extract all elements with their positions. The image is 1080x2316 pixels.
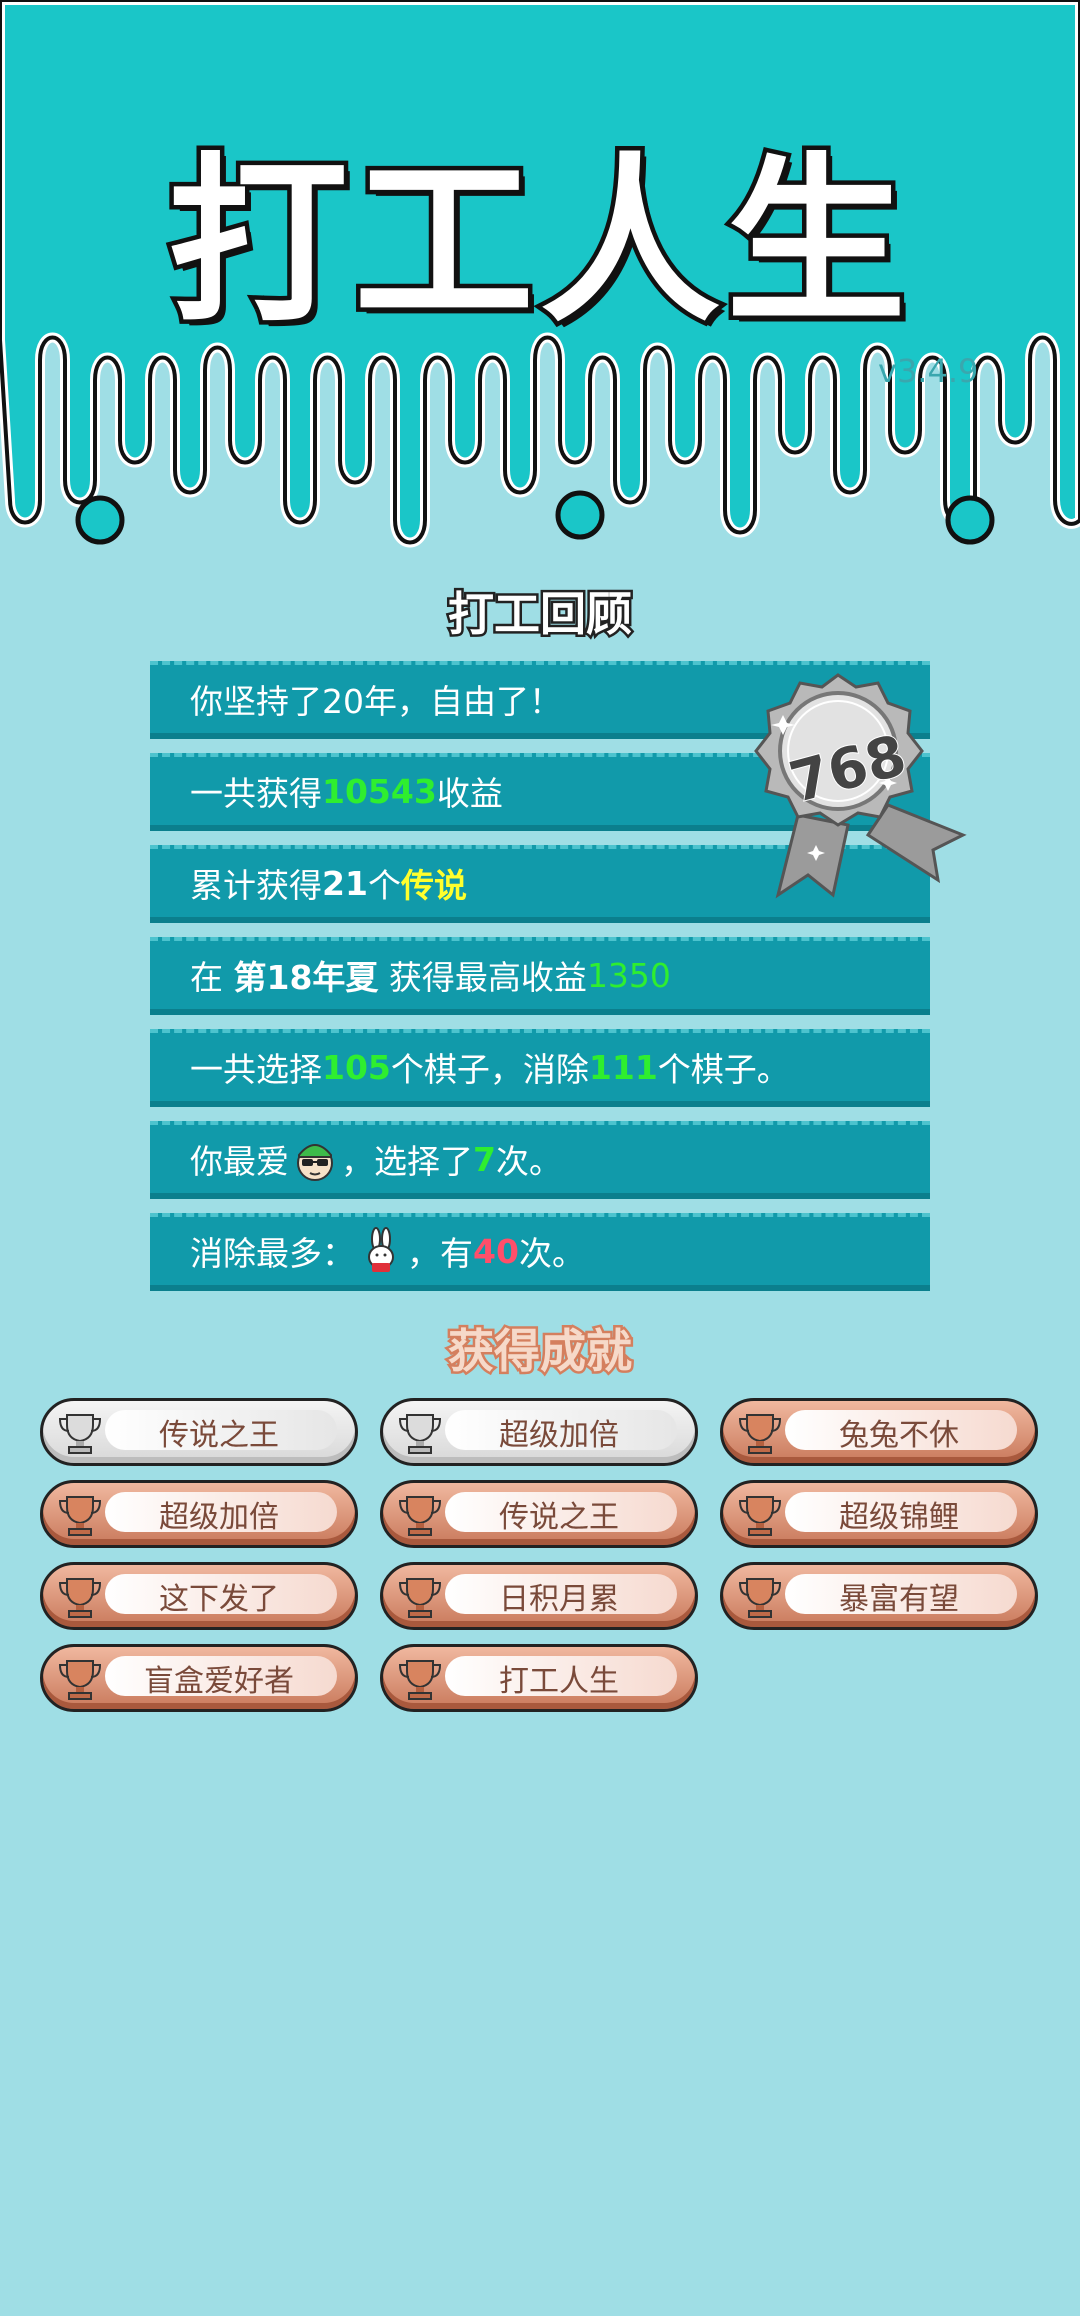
score-badge: 768 xyxy=(738,665,968,905)
achievement-label: 盲盒爱好者 xyxy=(144,1664,294,1699)
achievement-badge[interactable]: 传说之王 xyxy=(380,1480,698,1548)
total-income-value: 10543 xyxy=(322,771,437,811)
header-banner: 打工人生 v3.4.9 xyxy=(0,0,1080,560)
season-prefix: 在 xyxy=(190,958,234,997)
achievement-badge[interactable]: 兔兔不休 xyxy=(720,1398,1038,1466)
achievement-label: 超级锦鲤 xyxy=(839,1500,959,1535)
review-row-best-season: 在 第18年夏 获得最高收益 1350 xyxy=(150,937,930,1015)
achievement-label: 暴富有望 xyxy=(839,1582,959,1617)
selected-count: 105 xyxy=(322,1047,391,1087)
pieces-suffix: 个棋子。 xyxy=(657,1050,790,1089)
achievement-badge[interactable]: 传说之王 xyxy=(40,1398,358,1466)
review-title: 打工回顾 xyxy=(446,585,635,644)
pieces-prefix: 一共选择 xyxy=(190,1050,322,1089)
achievement-badge[interactable]: 日积月累 xyxy=(380,1562,698,1630)
achievement-badge[interactable]: 超级加倍 xyxy=(380,1398,698,1466)
best-season: 第18年夏 xyxy=(233,958,379,997)
best-income-value: 1350 xyxy=(586,955,671,995)
years-text: 你坚持了20年，自由了！ xyxy=(190,682,562,721)
achievement-label: 传说之王 xyxy=(159,1418,279,1453)
pieces-mid: 个棋子，消除 xyxy=(390,1050,589,1089)
achievement-label: 日积月累 xyxy=(499,1582,619,1617)
legend-count: 21 xyxy=(322,863,368,903)
income-prefix: 一共获得 xyxy=(190,774,322,813)
achievement-badge[interactable]: 超级锦鲤 xyxy=(720,1480,1038,1548)
rabbit-icon xyxy=(368,1227,394,1272)
achievement-badge[interactable]: 暴富有望 xyxy=(720,1562,1038,1630)
achievement-badge[interactable]: 这下发了 xyxy=(40,1562,358,1630)
achievement-label: 超级加倍 xyxy=(159,1500,279,1535)
eliminated-suffix: 次。 xyxy=(518,1234,585,1273)
achievement-label: 超级加倍 xyxy=(499,1418,619,1453)
achievement-label: 打工人生 xyxy=(499,1664,619,1699)
achievement-badge[interactable]: 打工人生 xyxy=(380,1644,698,1712)
version-label: v3.4.9 xyxy=(878,352,979,390)
achievement-badge[interactable]: 超级加倍 xyxy=(40,1480,358,1548)
favorite-count: 7 xyxy=(473,1139,496,1179)
legend-mid: 个 xyxy=(367,866,401,905)
income-suffix: 收益 xyxy=(436,774,503,813)
legend-prefix: 累计获得 xyxy=(190,866,322,905)
review-row-favorite: 你最爱 ，选择了 7 次。 xyxy=(150,1121,930,1199)
favorite-suffix: 次。 xyxy=(495,1142,562,1181)
review-row-most-eliminated: 消除最多： ，有 40 次。 xyxy=(150,1213,930,1291)
sunglasses-man-icon xyxy=(297,1144,333,1181)
achievement-label: 兔兔不休 xyxy=(839,1418,959,1453)
achievement-label: 传说之王 xyxy=(499,1500,619,1535)
achievements-title: 获得成就 xyxy=(446,1322,635,1381)
achievement-label: 这下发了 xyxy=(159,1582,279,1617)
eliminated-count: 111 xyxy=(588,1047,658,1087)
eliminated-prefix: 消除最多： xyxy=(190,1234,355,1273)
legend-tag: 传说 xyxy=(400,866,467,905)
favorite-prefix: 你最爱 xyxy=(190,1142,289,1181)
favorite-mid: ，选择了 xyxy=(341,1142,473,1181)
game-title: 打工人生 xyxy=(163,134,912,352)
review-row-pieces: 一共选择 105 个棋子，消除 111 个棋子。 xyxy=(150,1029,930,1107)
achievement-badge[interactable]: 盲盒爱好者 xyxy=(40,1644,358,1712)
eliminated-mid: ，有 xyxy=(407,1234,473,1273)
season-mid: 获得最高收益 xyxy=(378,958,587,997)
eliminated-max-count: 40 xyxy=(473,1231,519,1271)
